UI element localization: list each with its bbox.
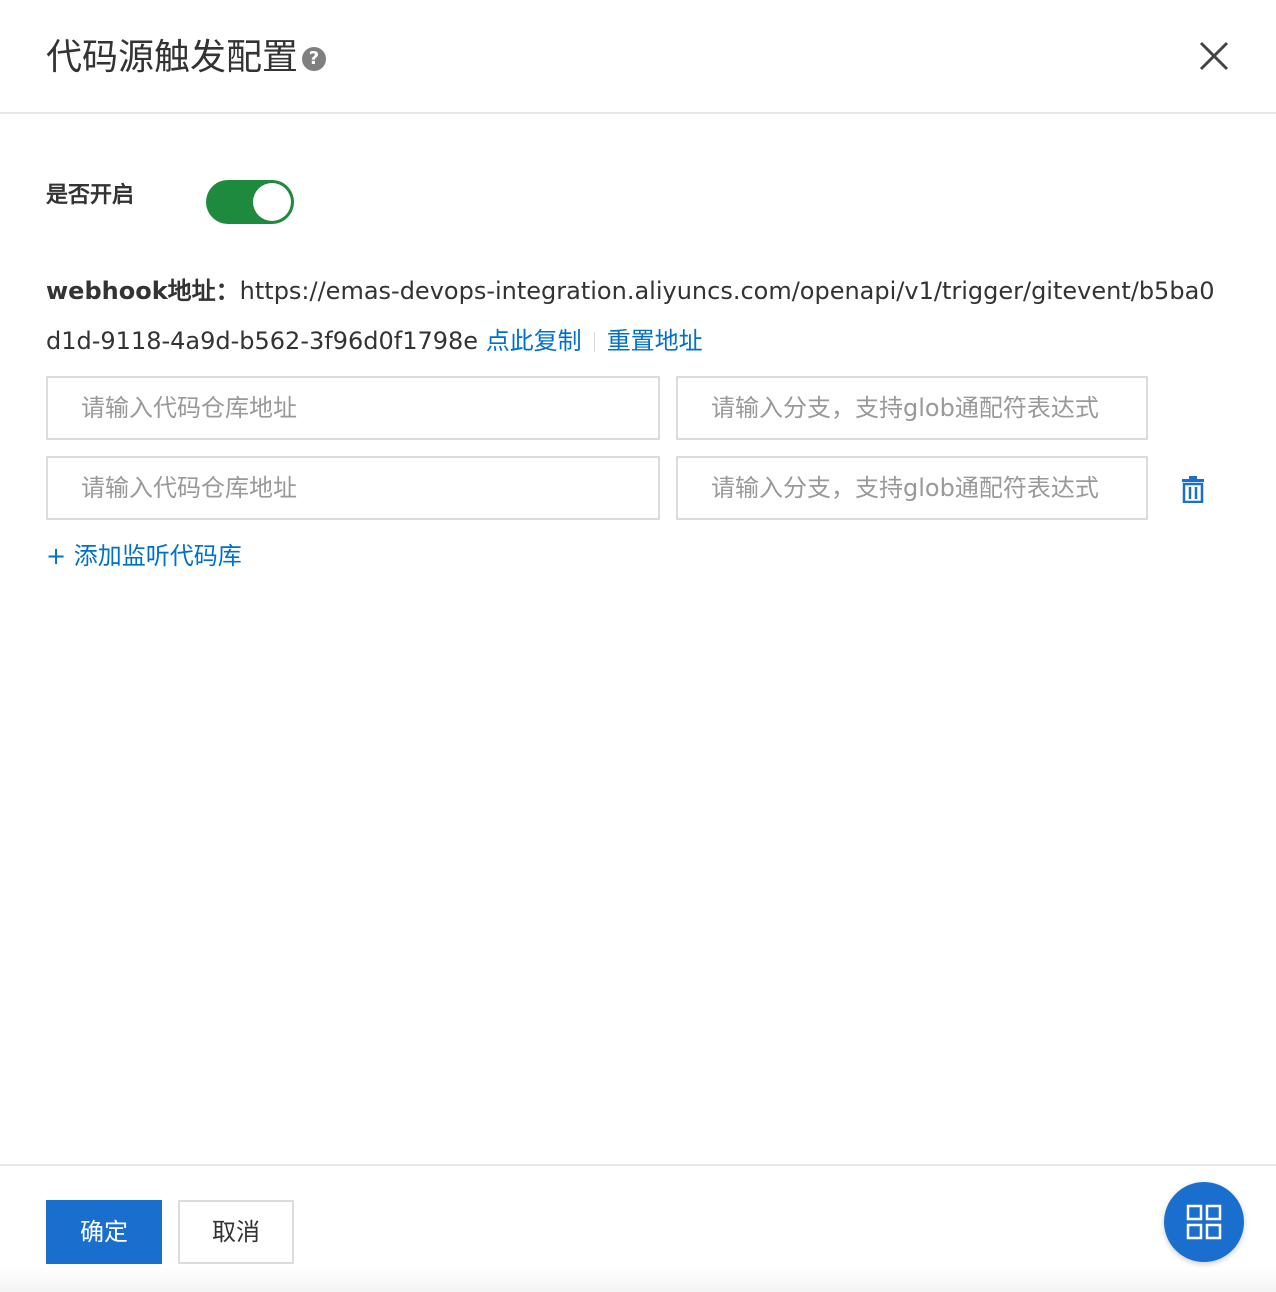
repo-url-input[interactable]: 请输入代码仓库地址 <box>46 456 660 520</box>
add-repo-link[interactable]: + 添加监听代码库 <box>46 538 242 574</box>
repo-url-input[interactable]: 请输入代码仓库地址 <box>46 376 660 440</box>
branch-input[interactable]: 请输入分支，支持glob通配符表达式 <box>676 376 1148 440</box>
reset-address-link[interactable]: 重置地址 <box>607 327 703 355</box>
enable-toggle[interactable] <box>206 180 294 224</box>
confirm-button[interactable]: 确定 <box>46 1200 162 1264</box>
toggle-knob <box>253 183 291 221</box>
question-circle-icon[interactable]: ? <box>302 47 326 71</box>
dialog-header: 代码源触发配置 ? <box>0 0 1276 114</box>
webhook-label: webhook地址： <box>46 277 240 305</box>
trash-icon[interactable] <box>1181 475 1205 503</box>
copy-link[interactable]: 点此复制 <box>486 327 582 355</box>
enable-label: 是否开启 <box>46 183 135 208</box>
floating-action-button[interactable] <box>1164 1182 1244 1262</box>
link-divider <box>593 332 595 352</box>
cancel-button[interactable]: 取消 <box>178 1200 294 1264</box>
close-icon[interactable] <box>1196 38 1232 74</box>
branch-input[interactable]: 请输入分支，支持glob通配符表达式 <box>676 456 1148 520</box>
webhook-address: webhook地址：https://emas-devops-integratio… <box>46 266 1216 366</box>
grid-apps-icon <box>1186 1204 1222 1240</box>
dialog-title: 代码源触发配置 <box>46 37 299 78</box>
trigger-config-dialog: 代码源触发配置 ? 是否开启 webhook地址：https://emas-de… <box>0 0 1276 1292</box>
